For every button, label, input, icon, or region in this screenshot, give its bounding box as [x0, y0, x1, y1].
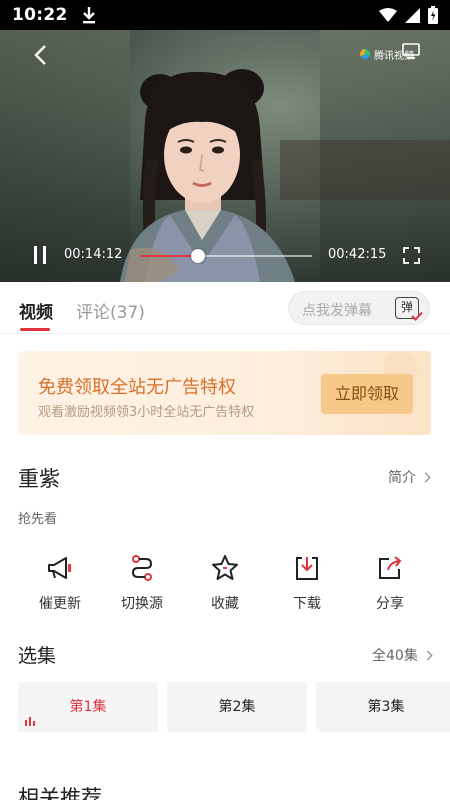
show-title: 重紫	[18, 467, 60, 491]
back-button[interactable]	[30, 44, 52, 66]
total-time: 00:42:15	[328, 247, 387, 262]
playing-bars-icon	[25, 717, 35, 726]
chevron-right-icon	[420, 472, 431, 482]
favorite-button[interactable]: 收藏	[185, 552, 265, 616]
status-icons	[379, 6, 438, 24]
all-episodes-link[interactable]: 全40集	[372, 645, 433, 665]
check-icon	[411, 311, 423, 321]
urge-update-button[interactable]: 催更新	[20, 552, 100, 616]
episode-item[interactable]: 第1集	[18, 682, 158, 732]
episodes-title: 选集	[18, 645, 57, 667]
action-label: 下载	[293, 596, 321, 612]
intro-link-label: 简介	[388, 470, 416, 486]
status-bar: 10:22	[0, 0, 450, 30]
promo-title: 免费领取全站无广告特权	[38, 377, 236, 398]
episode-item[interactable]: 第2集	[167, 682, 307, 732]
all-episodes-label: 全40集	[372, 648, 418, 664]
tab-video[interactable]: 视频	[19, 298, 53, 323]
tab-comments[interactable]: 评论(37)	[76, 298, 145, 323]
show-subtitle: 抢先看	[18, 512, 58, 527]
progress-fill	[140, 255, 198, 257]
watermark-text: 腾讯视频	[374, 50, 414, 62]
wifi-icon	[379, 8, 397, 22]
share-button[interactable]: 分享	[350, 552, 430, 616]
download-icon	[296, 557, 318, 580]
progress-thumb[interactable]	[190, 249, 205, 263]
share-icon	[379, 556, 402, 579]
player-controls: 00:14:12 00:42:15	[0, 240, 450, 270]
star-icon	[212, 555, 238, 580]
danmu-input[interactable]: 点我发弹幕 弹	[288, 291, 430, 325]
fullscreen-icon[interactable]	[403, 247, 420, 264]
video-player[interactable]: 腾讯视频 00:14:12 00:42:15	[0, 30, 450, 282]
pause-button[interactable]	[32, 246, 48, 264]
download-notification-icon	[82, 6, 96, 24]
episode-label: 第1集	[69, 699, 107, 715]
episode-label: 第2集	[218, 699, 256, 715]
episode-item[interactable]: 第3集	[316, 682, 450, 732]
watermark-logo: 腾讯视频	[360, 46, 414, 62]
active-tab-indicator	[20, 328, 50, 331]
danmu-placeholder: 点我发弹幕	[302, 303, 372, 319]
claim-now-button[interactable]: 立即领取	[321, 374, 413, 414]
action-label: 切换源	[121, 596, 163, 612]
switch-source-button[interactable]: 切换源	[102, 552, 182, 616]
battery-icon	[428, 6, 438, 24]
switch-source-icon	[131, 555, 153, 581]
megaphone-icon	[48, 557, 71, 579]
episode-list: 第1集 第2集 第3集	[18, 682, 450, 732]
related-section-title: 相关推荐	[18, 786, 102, 800]
current-time: 00:14:12	[64, 247, 123, 262]
progress-track[interactable]	[140, 249, 312, 263]
action-label: 收藏	[211, 596, 239, 612]
action-label: 分享	[376, 596, 404, 612]
promo-subtitle: 观看激励视频领3小时全站无广告特权	[38, 405, 255, 420]
status-time: 10:22	[12, 5, 68, 25]
logo-icon	[360, 49, 370, 59]
download-button[interactable]: 下载	[267, 552, 347, 616]
action-row: 催更新 切换源 收藏 下载 分享	[0, 552, 450, 616]
chevron-right-icon	[422, 650, 433, 660]
signal-icon	[405, 7, 420, 23]
action-label: 催更新	[39, 596, 81, 612]
ad-free-promo-banner[interactable]: 免费领取全站无广告特权 观看激励视频领3小时全站无广告特权 立即领取	[18, 351, 431, 435]
intro-link[interactable]: 简介	[388, 467, 431, 487]
content-tabs: 视频 评论(37) 点我发弹幕 弹	[0, 282, 450, 334]
episode-label: 第3集	[367, 699, 405, 715]
